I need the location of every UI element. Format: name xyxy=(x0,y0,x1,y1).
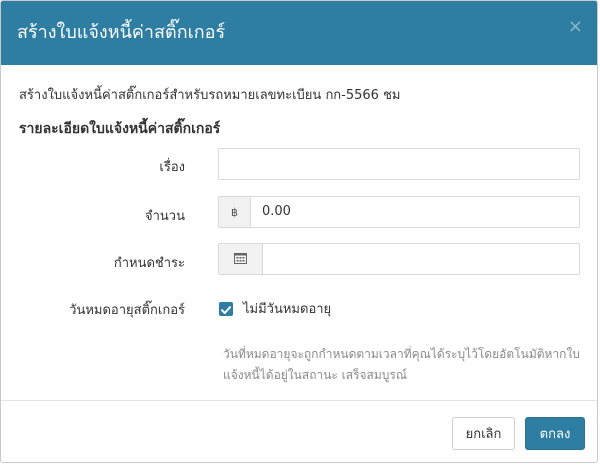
baht-icon: ฿ xyxy=(231,205,238,219)
subject-input[interactable] xyxy=(218,148,580,180)
create-invoice-dialog: สร้างใบแจ้งหนี้ค่าสติ๊กเกอร์ × สร้างใบแจ… xyxy=(0,0,598,463)
sticker-expiry-label: วันหมดอายุสติ๊กเกอร์ xyxy=(69,303,185,318)
due-date-input[interactable] xyxy=(218,243,580,275)
amount-input[interactable]: ฿ 0.00 xyxy=(218,196,580,228)
checkmark-icon xyxy=(219,302,233,321)
help-text: วันที่หมดอายุจะถูกกำหนดตามเวลาที่คุณได้ร… xyxy=(223,347,580,382)
due-date-label: กำหนดชำระ xyxy=(113,256,185,271)
dialog-header: สร้างใบแจ้งหนี้ค่าสติ๊กเกอร์ × xyxy=(1,1,597,65)
amount-value: 0.00 xyxy=(262,204,291,219)
intro-text: สร้างใบแจ้งหนี้ค่าสติ๊กเกอร์สำหรับรถหมาย… xyxy=(19,88,401,103)
no-expiry-label[interactable]: ไม่มีวันหมดอายุ xyxy=(243,298,331,319)
no-expiry-checkbox[interactable] xyxy=(219,302,233,316)
footer-divider xyxy=(1,400,597,401)
close-icon[interactable]: × xyxy=(568,18,583,36)
amount-label: จำนวน xyxy=(145,209,185,224)
ok-button[interactable]: ตกลง xyxy=(525,417,585,450)
calendar-icon xyxy=(234,252,247,267)
dialog-title: สร้างใบแจ้งหนี้ค่าสติ๊กเกอร์ xyxy=(17,22,226,43)
section-title: รายละเอียดใบแจ้งหนี้ค่าสติ๊กเกอร์ xyxy=(19,121,221,137)
currency-addon: ฿ xyxy=(219,197,251,227)
calendar-addon[interactable] xyxy=(219,244,263,274)
subject-label: เรื่อง xyxy=(159,160,185,175)
cancel-button[interactable]: ยกเลิก xyxy=(452,417,515,450)
